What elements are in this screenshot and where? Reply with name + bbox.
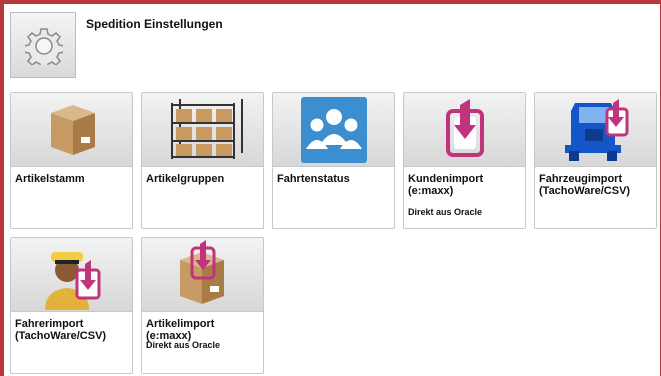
driver-import-icon — [45, 252, 101, 310]
tile-kundenimport[interactable]: Kundenimport (e:maxx) Direkt aus Oracle — [403, 92, 526, 229]
tile-fahrerimport[interactable]: Fahrerimport (TachoWare/CSV) — [10, 237, 133, 374]
tile-label: Fahrzeugimport (TachoWare/CSV) — [539, 173, 631, 197]
people-icon — [301, 97, 367, 163]
page-title: Spedition Einstellungen — [86, 17, 223, 31]
tile-label: Fahrtenstatus — [277, 173, 350, 185]
box-icon — [51, 105, 95, 155]
tile-label: Kundenimport (e:maxx) — [408, 173, 484, 197]
box-import-icon — [180, 240, 224, 304]
tile-artikelstamm[interactable]: Artikelstamm — [10, 92, 133, 229]
truck-import-icon — [565, 99, 629, 161]
tile-fahrzeugimport[interactable]: Fahrzeugimport (TachoWare/CSV) — [534, 92, 657, 229]
tile-artikelgruppen[interactable]: Artikelgruppen — [141, 92, 264, 229]
tile-fahrtenstatus[interactable]: Fahrtenstatus — [272, 92, 395, 229]
tile-subtitle: Direkt aus Oracle — [408, 207, 483, 217]
shelf-icon — [171, 99, 243, 159]
gear-icon — [25, 28, 63, 65]
tile-subtitle: Direkt aus Oracle — [146, 340, 221, 350]
tile-label: Fahrerimport (TachoWare/CSV) — [15, 318, 107, 342]
tile-label: Artikelgruppen — [146, 173, 225, 185]
settings-panel: Spedition Einstellungen Artikelstamm Art… — [4, 4, 660, 376]
settings-button[interactable] — [10, 12, 76, 78]
tile-artikelimport[interactable]: Artikelimport (e:maxx) Direkt aus Oracle — [141, 237, 264, 374]
tile-label: Artikelstamm — [15, 173, 85, 185]
import-icon — [446, 99, 484, 157]
tile-label: Artikelimport (e:maxx) — [146, 318, 215, 342]
